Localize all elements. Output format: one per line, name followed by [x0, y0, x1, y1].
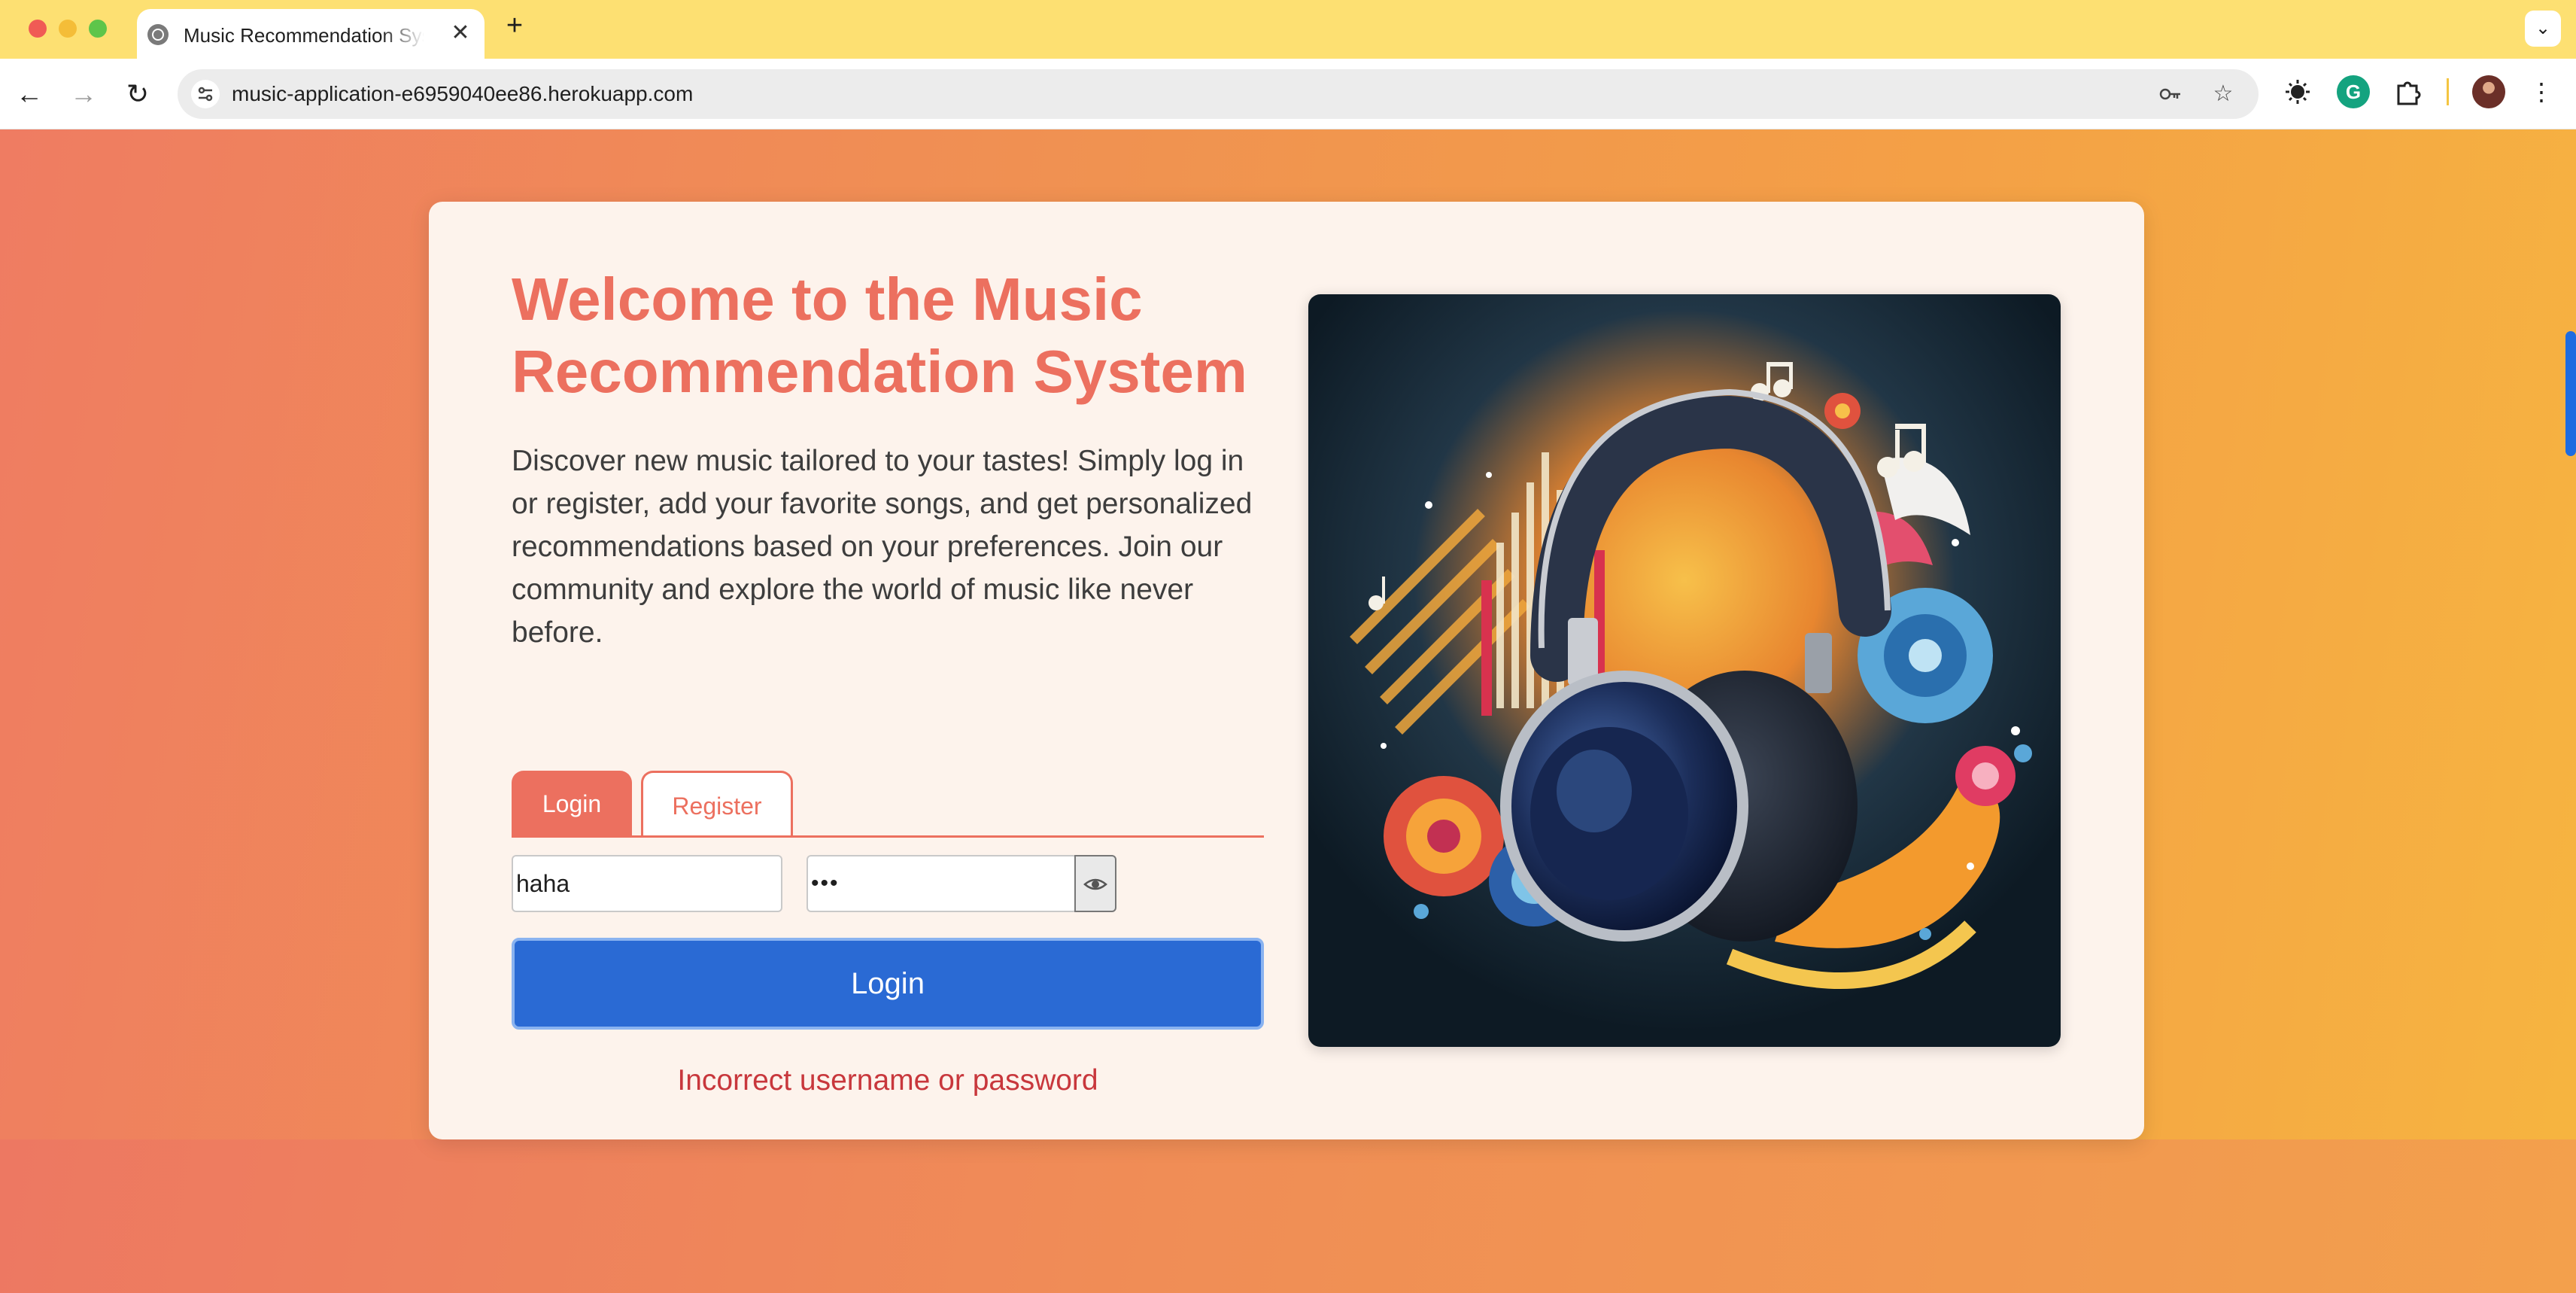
- tab-login[interactable]: Login: [512, 771, 632, 837]
- puzzle-extensions-icon[interactable]: [2391, 75, 2424, 108]
- scrollbar-thumb[interactable]: [2565, 331, 2576, 456]
- headphones-illustration: [1308, 294, 2061, 1047]
- close-tab-icon[interactable]: ✕: [447, 20, 474, 47]
- profile-avatar[interactable]: [2472, 75, 2505, 108]
- username-input[interactable]: [512, 855, 782, 912]
- minimize-window-button[interactable]: [59, 20, 77, 38]
- hero-image: [1308, 294, 2061, 1047]
- page-description: Discover new music tailored to your tast…: [512, 445, 1253, 649]
- browser-tab-bar: Music Recommendation System ✕ + ⌄: [0, 0, 2576, 59]
- show-password-button[interactable]: [1074, 855, 1116, 912]
- kebab-menu-icon[interactable]: ⋮: [2525, 75, 2558, 108]
- error-message: Incorrect username or password: [677, 1064, 1098, 1097]
- site-info-icon[interactable]: [191, 80, 220, 108]
- globe-icon: [147, 24, 169, 45]
- password-key-icon[interactable]: [2156, 80, 2185, 108]
- tabs-underline: [512, 835, 1264, 838]
- close-window-button[interactable]: [29, 20, 47, 38]
- eye-icon: [1083, 871, 1107, 896]
- page-background: Welcome to the Music Recommendation Syst…: [0, 129, 2576, 1293]
- browser-tab[interactable]: Music Recommendation System ✕: [137, 9, 485, 59]
- page-footer-area: [0, 1139, 2576, 1293]
- login-submit-button[interactable]: Login: [512, 938, 1264, 1030]
- back-arrow-icon[interactable]: ←: [11, 75, 48, 113]
- tab-register[interactable]: Register: [641, 771, 793, 837]
- welcome-card: Welcome to the Music Recommendation Syst…: [429, 202, 2144, 1139]
- extension-icon[interactable]: [2281, 75, 2314, 108]
- address-bar[interactable]: music-application-e6959040ee86.herokuapp…: [178, 69, 2259, 119]
- page-title: Welcome to the Music Recommendation Syst…: [512, 266, 1248, 405]
- url-text[interactable]: music-application-e6959040ee86.herokuapp…: [232, 82, 693, 106]
- grammarly-icon[interactable]: G: [2337, 75, 2370, 108]
- reload-icon[interactable]: ↻: [119, 75, 156, 113]
- maximize-window-button[interactable]: [89, 20, 107, 38]
- password-input[interactable]: [807, 855, 1077, 912]
- toolbar-divider: [2447, 78, 2449, 105]
- new-tab-button[interactable]: +: [500, 11, 530, 41]
- forward-arrow-icon[interactable]: →: [65, 75, 102, 113]
- tab-title: Music Recommendation System: [184, 24, 424, 47]
- bookmark-star-icon[interactable]: ☆: [2209, 80, 2237, 108]
- tab-search-button[interactable]: ⌄: [2525, 11, 2561, 47]
- browser-toolbar: ← → ↻ music-application-e6959040ee86.her…: [0, 59, 2576, 129]
